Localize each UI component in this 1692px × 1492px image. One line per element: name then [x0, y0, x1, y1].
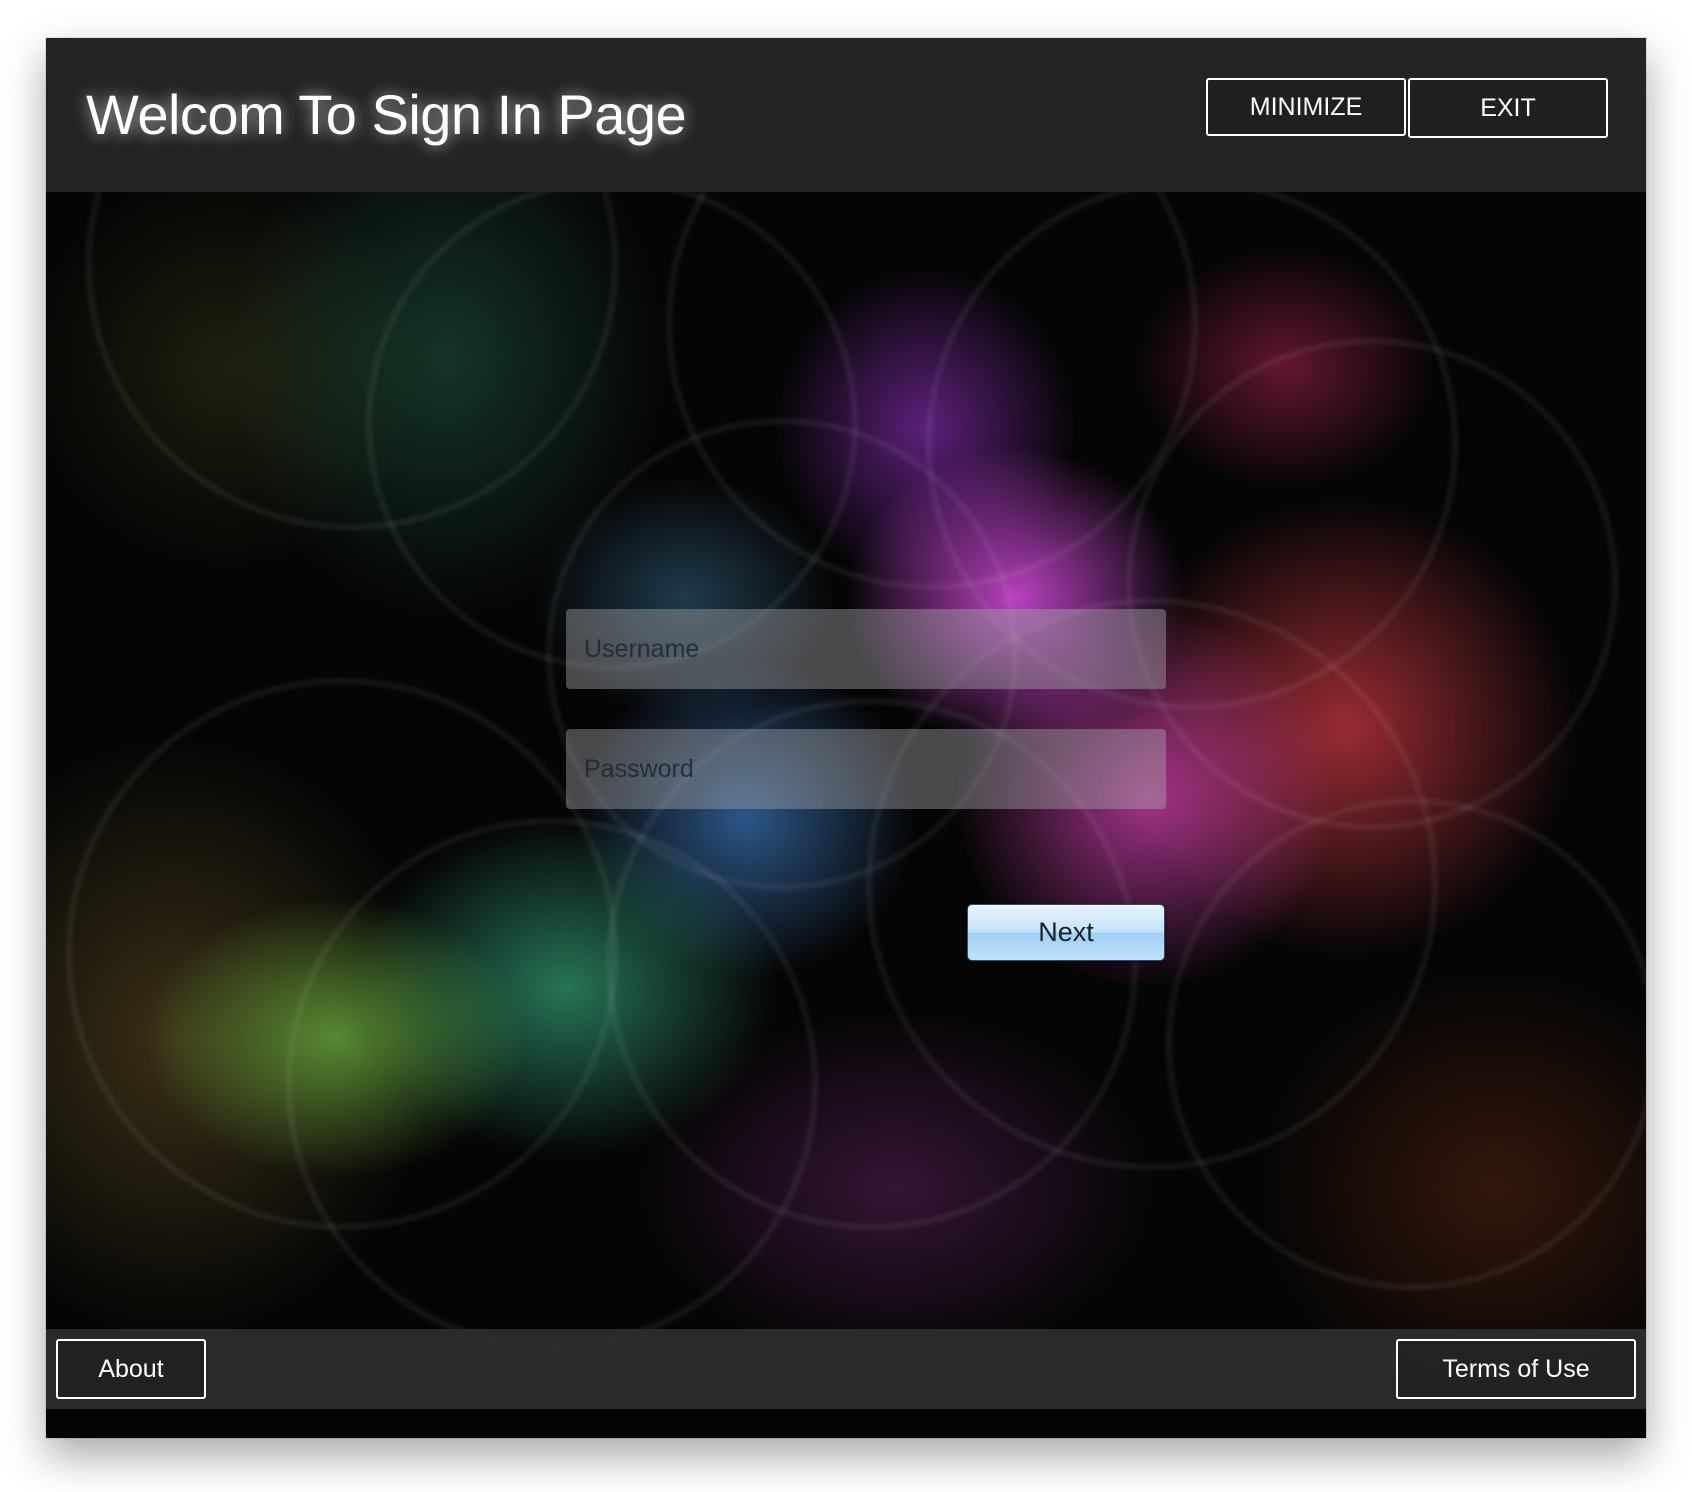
page-title: Welcom To Sign In Page — [86, 83, 687, 146]
footer-bar: About Terms of Use — [46, 1329, 1646, 1409]
exit-button[interactable]: EXIT — [1408, 78, 1608, 138]
about-button[interactable]: About — [56, 1339, 206, 1399]
title-bar: Welcom To Sign In Page MINIMIZE EXIT — [46, 38, 1646, 192]
terms-of-use-button[interactable]: Terms of Use — [1396, 1339, 1636, 1399]
password-field[interactable] — [566, 729, 1166, 809]
sign-in-window: Welcom To Sign In Page MINIMIZE EXIT Nex… — [46, 38, 1646, 1438]
next-button[interactable]: Next — [967, 904, 1165, 961]
minimize-button[interactable]: MINIMIZE — [1206, 78, 1406, 136]
username-field[interactable] — [566, 609, 1166, 689]
